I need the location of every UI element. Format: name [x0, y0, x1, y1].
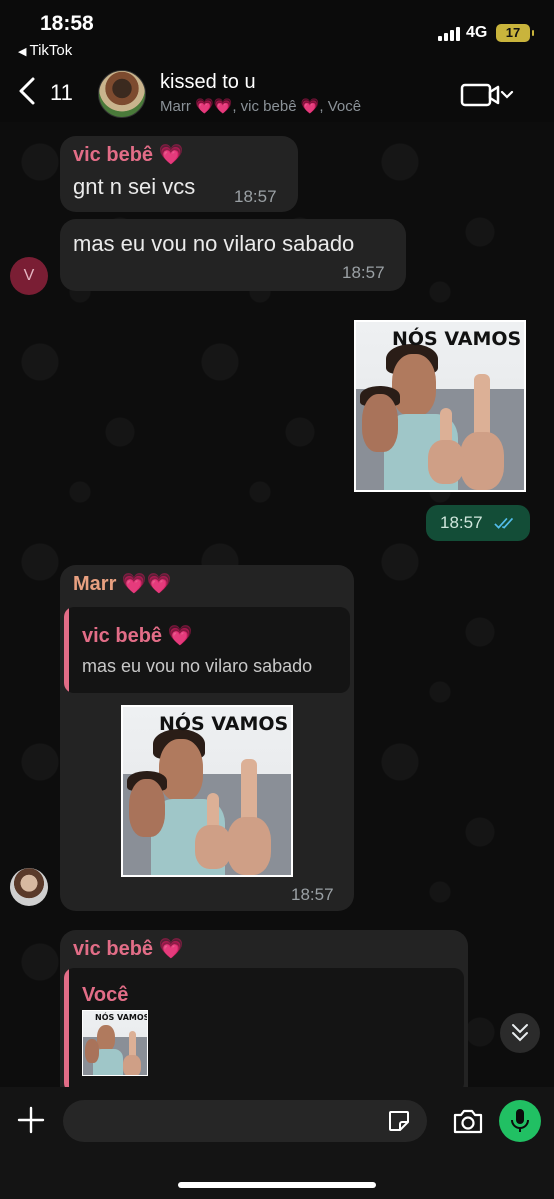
message-bubble[interactable]: 18:57 — [426, 505, 530, 541]
sender-avatar[interactable] — [10, 868, 48, 906]
plus-icon[interactable] — [16, 1105, 46, 1135]
message-time: 18:57 — [342, 263, 385, 282]
image-message[interactable]: NÓS VAMOS — [121, 705, 293, 877]
network-type: 4G — [466, 24, 488, 41]
signal-icon — [438, 27, 462, 41]
message-sender[interactable]: vic bebê 💗 — [73, 142, 184, 167]
battery-icon: 17 — [496, 24, 534, 42]
status-time: 18:58 — [40, 12, 94, 35]
message-bubble[interactable]: Marr 💗💗 vic bebê 💗 mas eu vou no vilaro … — [60, 565, 354, 911]
message-text: gnt n sei vcs — [73, 174, 196, 199]
read-receipt-icon — [494, 517, 514, 529]
image-message[interactable]: NÓS VAMOS — [354, 320, 526, 492]
image-caption: NÓS VAMOS — [392, 328, 522, 350]
status-bar: 18:58 ◀ TikTok 4G 17 — [0, 0, 554, 64]
microphone-icon — [511, 1109, 529, 1132]
message-time: 18:57 — [440, 513, 483, 532]
home-indicator — [178, 1182, 376, 1188]
camera-icon[interactable] — [452, 1107, 484, 1135]
scroll-to-bottom-button[interactable] — [500, 1013, 540, 1053]
image-caption: NÓS VAMOS — [95, 1013, 148, 1022]
sender-avatar[interactable]: V — [10, 257, 48, 295]
quoted-message[interactable]: vic bebê 💗 mas eu vou no vilaro sabado — [64, 607, 350, 693]
chat-title[interactable]: kissed to u — [160, 71, 256, 94]
sticker-icon[interactable] — [387, 1109, 411, 1133]
message-sender[interactable]: vic bebê 💗 — [73, 936, 184, 961]
back-app-label: TikTok — [29, 42, 73, 59]
double-chevron-down-icon — [512, 1024, 528, 1042]
chat-participants[interactable]: Marr 💗💗, vic bebê 💗, Você — [160, 97, 361, 115]
message-sender[interactable]: Marr 💗💗 — [73, 571, 172, 596]
chevron-down-icon — [500, 90, 514, 99]
quoted-message[interactable]: Você NÓS VAMOS — [64, 968, 464, 1087]
group-avatar[interactable] — [98, 70, 146, 118]
quoted-text: mas eu vou no vilaro sabado — [82, 656, 313, 676]
message-bubble[interactable]: vic bebê 💗 Você NÓS VAMOS — [60, 930, 468, 1087]
message-time: 18:57 — [234, 187, 277, 206]
back-to-app-link[interactable]: ◀ TikTok — [18, 42, 72, 59]
message-input[interactable] — [63, 1100, 427, 1142]
chevron-left-icon[interactable] — [14, 76, 44, 106]
message-text: mas eu vou no vilaro sabado — [73, 231, 355, 256]
message-time: 18:57 — [291, 885, 334, 904]
message-bubble[interactable]: vic bebê 💗 gnt n sei vcs 18:57 — [60, 136, 298, 212]
back-count[interactable]: 11 — [50, 80, 73, 106]
microphone-button[interactable] — [499, 1100, 541, 1142]
message-bubble[interactable]: mas eu vou no vilaro sabado 18:57 — [60, 219, 406, 291]
quoted-sender: Você — [82, 984, 129, 1006]
back-triangle-icon: ◀ — [18, 46, 27, 58]
composer-bar — [0, 1087, 554, 1199]
chat-area[interactable]: vic bebê 💗 gnt n sei vcs 18:57 mas eu vo… — [0, 122, 554, 1087]
chat-header: 11 kissed to u Marr 💗💗, vic bebê 💗, Você — [0, 64, 554, 122]
video-call-icon[interactable] — [460, 82, 516, 108]
quoted-sender: vic bebê 💗 — [82, 625, 193, 647]
image-caption: NÓS VAMOS — [159, 713, 289, 735]
quoted-image-thumbnail: NÓS VAMOS — [82, 1010, 148, 1076]
